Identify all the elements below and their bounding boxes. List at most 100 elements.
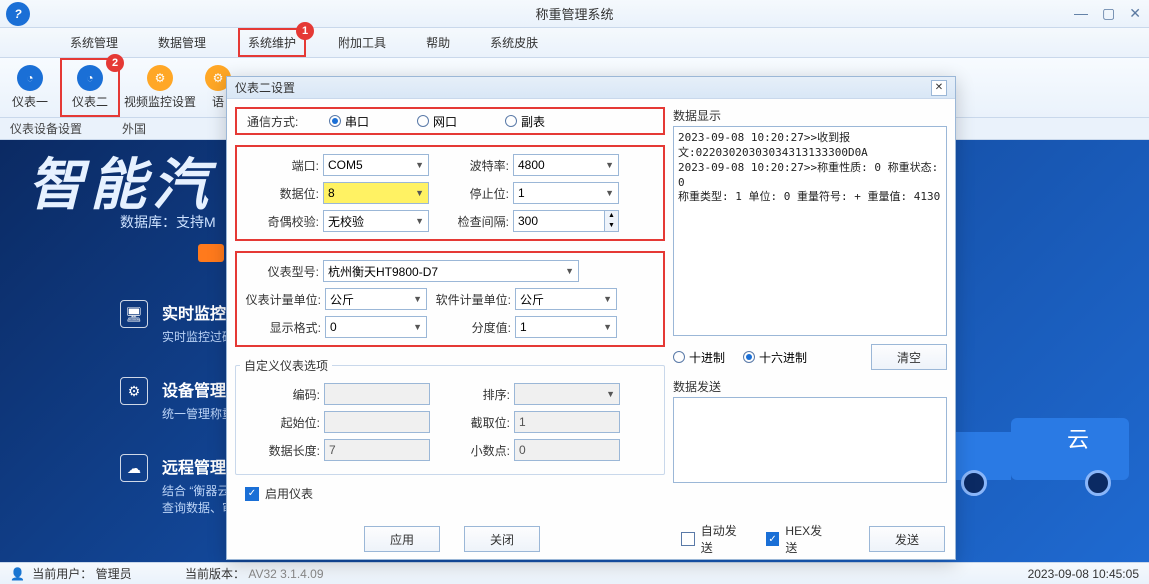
radix-hex-label: 十六进制 xyxy=(759,349,807,366)
hex-send-checkbox[interactable]: ✓HEX发送 xyxy=(766,522,833,556)
device-icon: ⚙ xyxy=(120,377,148,405)
toolbar-meter-1[interactable]: ◔ 仪表一 xyxy=(0,58,60,117)
code-label: 编码: xyxy=(240,386,320,403)
disp-fmt-select[interactable]: 0▼ xyxy=(325,316,427,338)
close-button[interactable]: ✕ xyxy=(1129,5,1141,22)
len-label: 数据长度: xyxy=(240,442,320,459)
monitor-icon: 🖥 xyxy=(120,300,148,328)
baud-select[interactable]: 4800▼ xyxy=(513,154,619,176)
hex-send-label: HEX发送 xyxy=(785,522,833,556)
dialog-close-button[interactable]: ✕ xyxy=(931,80,947,96)
model-label: 仪表型号: xyxy=(239,263,319,280)
port-select[interactable]: COM5 ▼ xyxy=(323,154,429,176)
enable-meter-checkbox[interactable]: ✓启用仪表 xyxy=(245,485,665,502)
close-dialog-button[interactable]: 关闭 xyxy=(464,526,540,552)
radio-serial[interactable]: 串口 xyxy=(329,113,369,130)
feature-device: ⚙ 设备管理 统一管理称重 xyxy=(120,377,234,422)
auto-send-checkbox[interactable]: 自动发送 xyxy=(681,522,748,556)
disp-fmt-label: 显示格式: xyxy=(239,319,321,336)
auto-send-label: 自动发送 xyxy=(701,522,748,556)
remote-icon: ☁ xyxy=(120,454,148,482)
feature-realtime: 🖥 实时监控 实时监控过磅 xyxy=(120,300,234,345)
cut-label: 截取位: xyxy=(430,414,510,431)
parity-label: 奇偶校验: xyxy=(239,213,319,230)
menu-data-manage[interactable]: 数据管理 xyxy=(150,30,214,55)
port-value: COM5 xyxy=(328,158,363,172)
maximize-button[interactable]: ▢ xyxy=(1102,5,1115,22)
radio-network-label: 网口 xyxy=(433,113,457,130)
cloud-label: 云 xyxy=(1067,422,1089,454)
stopbits-label: 停止位: xyxy=(429,185,509,202)
apply-button[interactable]: 应用 xyxy=(364,526,440,552)
start-label: 起始位: xyxy=(240,414,320,431)
radio-secondary-label: 副表 xyxy=(521,113,545,130)
division-select[interactable]: 1▼ xyxy=(515,316,617,338)
meter-settings-group: 仪表型号: 杭州衡天HT9800-D7▼ 仪表计量单位: 公斤▼ 软件计量单位:… xyxy=(235,251,665,347)
chevron-down-icon: ▼ xyxy=(603,294,612,304)
databits-label: 数据位: xyxy=(239,185,319,202)
feature-realtime-title: 实时监控 xyxy=(162,300,234,324)
current-user-value: 管理员 xyxy=(96,567,132,581)
titlebar: ? 称重管理系统 — ▢ ✕ xyxy=(0,0,1149,28)
interval-label: 检查间隔: xyxy=(429,213,509,230)
custom-options-fieldset: 自定义仪表选项 编码: 排序: ▼ 起始位: 截取位: 数据长度: 小数点: xyxy=(235,357,665,475)
send-button[interactable]: 发送 xyxy=(869,526,945,552)
meter-unit-label: 仪表计量单位: xyxy=(239,291,321,308)
radio-secondary[interactable]: 副表 xyxy=(505,113,545,130)
data-send-title: 数据发送 xyxy=(673,378,947,395)
orange-button-partial[interactable] xyxy=(198,244,224,262)
interval-up[interactable]: ▲ xyxy=(604,211,618,221)
radio-serial-label: 串口 xyxy=(345,113,369,130)
data-display-box[interactable]: 2023-09-08 10:20:27>>收到报 文:0220302030303… xyxy=(673,126,947,336)
toolbar-video-settings[interactable]: ⚙ 视频监控设置 xyxy=(120,58,200,117)
soft-unit-label: 软件计量单位: xyxy=(427,291,511,308)
menu-system-maintain[interactable]: 系统维护 1 xyxy=(238,28,306,57)
cut-input xyxy=(514,411,620,433)
menu-skins[interactable]: 系统皮肤 xyxy=(482,30,546,55)
feature-remote-desc: 结合 “衡器云 查询数据、审 xyxy=(162,482,234,516)
decimal-input xyxy=(514,439,620,461)
current-user-label: 当前用户： xyxy=(32,567,92,581)
version-label: 当前版本： xyxy=(185,567,245,581)
parity-select[interactable]: 无校验▼ xyxy=(323,210,429,232)
menu-system-maintain-label: 系统维护 xyxy=(248,36,296,50)
minimize-button[interactable]: — xyxy=(1074,5,1088,22)
order-select: ▼ xyxy=(514,383,620,405)
soft-unit-select[interactable]: 公斤▼ xyxy=(515,288,617,310)
db-info-text: 数据库：支持M xyxy=(120,212,216,232)
radix-decimal[interactable]: 十进制 xyxy=(673,349,725,366)
division-label: 分度值: xyxy=(427,319,511,336)
interval-down[interactable]: ▼ xyxy=(604,221,618,231)
gauge-icon: ◔ xyxy=(17,65,43,91)
chevron-down-icon: ▼ xyxy=(605,160,614,170)
model-select[interactable]: 杭州衡天HT9800-D7▼ xyxy=(323,260,579,282)
version-value: AV32 3.1.4.09 xyxy=(248,567,323,581)
toolbar-meter-2[interactable]: ◔ 仪表二 2 xyxy=(60,58,120,117)
menu-system-manage[interactable]: 系统管理 xyxy=(62,30,126,55)
annotation-badge-2: 2 xyxy=(106,54,124,72)
dialog-title: 仪表二设置 xyxy=(235,79,295,96)
serial-settings-group: 端口: COM5▼ 波特率: 4800▼ 数据位: 8▼ 停止位: 1▼ 奇偶校… xyxy=(235,145,665,241)
chevron-down-icon: ▼ xyxy=(415,160,424,170)
gear-icon: ⚙ xyxy=(147,65,173,91)
databits-select[interactable]: 8▼ xyxy=(323,182,429,204)
port-label: 端口: xyxy=(239,157,319,174)
feature-remote-title: 远程管理 xyxy=(162,454,234,478)
sub-left-label: 仪表设备设置 xyxy=(10,120,82,137)
stopbits-select[interactable]: 1▼ xyxy=(513,182,619,204)
comm-method-group: 通信方式: 串口 网口 副表 xyxy=(235,107,665,135)
chevron-down-icon: ▼ xyxy=(413,322,422,332)
radio-network[interactable]: 网口 xyxy=(417,113,457,130)
status-datetime: 2023-09-08 10:45:05 xyxy=(1028,567,1139,581)
menu-help[interactable]: 帮助 xyxy=(418,30,458,55)
clear-button[interactable]: 清空 xyxy=(871,344,947,370)
meter-unit-select[interactable]: 公斤▼ xyxy=(325,288,427,310)
enable-meter-label: 启用仪表 xyxy=(265,485,313,502)
toolbar-language-label: 语 xyxy=(212,93,224,110)
data-send-box[interactable] xyxy=(673,397,947,483)
databits-value: 8 xyxy=(328,186,335,200)
radix-hex[interactable]: 十六进制 xyxy=(743,349,807,366)
toolbar-meter-2-label: 仪表二 xyxy=(72,93,108,110)
menu-addon-tools[interactable]: 附加工具 xyxy=(330,30,394,55)
window-title: 称重管理系统 xyxy=(0,4,1149,23)
